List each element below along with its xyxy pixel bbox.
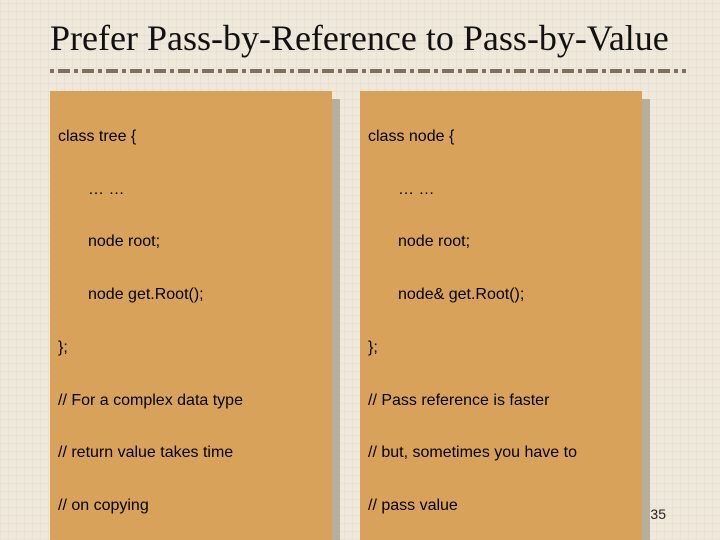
code-line: class node { (368, 124, 632, 150)
code-block-right: class node { … … node root; node& get.Ro… (360, 91, 642, 540)
code-line: // on copying (58, 493, 322, 519)
code-line: node root; (58, 229, 322, 255)
code-block-left: class tree { … … node root; node get.Roo… (50, 91, 332, 540)
code-box: class tree { … … node root; node get.Roo… (50, 91, 332, 540)
code-box: class node { … … node root; node& get.Ro… (360, 91, 642, 540)
page-number: 35 (650, 506, 666, 522)
code-line: class tree { (58, 124, 322, 150)
code-line: // For a complex data type (58, 388, 322, 414)
code-line: // but, sometimes you have to (368, 440, 632, 466)
code-line: … … (58, 177, 322, 203)
slide: Prefer Pass-by-Reference to Pass-by-Valu… (0, 0, 720, 540)
columns: class tree { … … node root; node get.Roo… (50, 91, 686, 540)
code-line: // Pass reference is faster (368, 388, 632, 414)
code-line: … … (368, 177, 632, 203)
slide-title: Prefer Pass-by-Reference to Pass-by-Valu… (50, 18, 686, 59)
code-line: node& get.Root(); (368, 282, 632, 308)
code-line: // return value takes time (58, 440, 322, 466)
code-line: }; (58, 335, 322, 361)
code-line: }; (368, 335, 632, 361)
code-line: node root; (368, 229, 632, 255)
code-line: node get.Root(); (58, 282, 322, 308)
title-divider (50, 69, 686, 73)
code-line: // pass value (368, 493, 632, 519)
